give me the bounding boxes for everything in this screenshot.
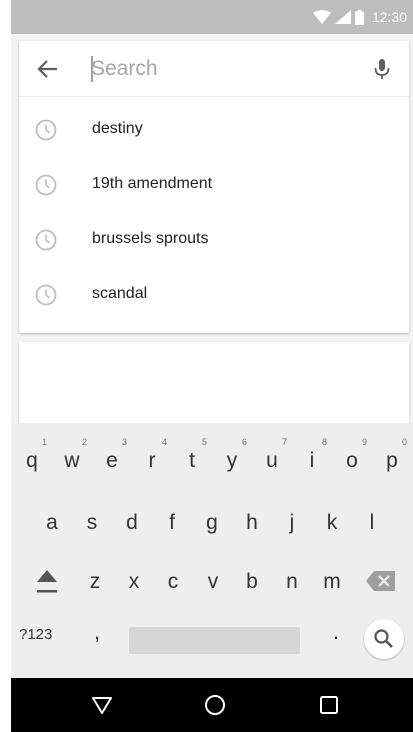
suggestion-label: 19th amendment [92,175,213,192]
suggestion-label: brussels sprouts [92,230,209,247]
wifi-icon [312,10,331,24]
space-bar[interactable] [129,627,300,654]
status-bar: 12:30 [11,0,413,34]
key-d[interactable]: d [113,503,151,543]
key-o[interactable]: o9 [333,437,371,481]
key-y[interactable]: y6 [213,437,251,481]
key-h[interactable]: h [233,503,271,543]
key-label: r [148,449,156,472]
search-card: destiny 19th amendment brussels sprouts … [19,41,409,333]
key-label: u [266,449,278,472]
suggestion-item[interactable]: 19th amendment [19,158,409,213]
key-e[interactable]: e3 [93,437,131,481]
key-label: w [64,449,80,472]
comma-key[interactable]: , [87,619,107,645]
status-time: 12:30 [371,9,407,25]
key-hint: 6 [241,437,247,447]
microphone-icon[interactable] [369,56,395,82]
key-u[interactable]: u7 [253,437,291,481]
key-k[interactable]: k [313,503,351,543]
key-hint: 5 [201,437,207,447]
triangle-back-icon[interactable] [90,693,114,717]
key-j[interactable]: j [273,503,311,543]
key-hint: 3 [121,437,127,447]
key-label: t [189,449,195,472]
suggestion-item[interactable]: brussels sprouts [19,213,409,268]
key-l[interactable]: l [353,503,391,543]
key-hint: 2 [81,437,87,447]
key-hint: 9 [361,437,367,447]
search-icon [374,629,393,648]
status-icons: 12:30 [312,9,407,25]
key-label: o [346,449,358,472]
square-recents-icon[interactable] [317,693,341,717]
period-key[interactable]: . [326,619,346,645]
search-bar [19,41,409,97]
key-m[interactable]: m [313,562,351,602]
key-label: i [309,449,315,472]
key-hint: 4 [161,437,167,447]
key-label: q [26,449,38,472]
soft-keyboard: q1 w2 e3 r4 t5 y6 u7 i8 o9 p0 a s d f g … [11,423,413,678]
circle-home-icon[interactable] [203,693,227,717]
key-label: e [106,449,118,472]
battery-icon [354,9,364,25]
navigation-bar [11,678,413,732]
suggestion-label: destiny [92,120,143,137]
search-input[interactable] [91,54,351,84]
search-key[interactable] [364,619,404,659]
signal-icon [334,10,351,24]
phone-screen: 12:30 destiny [11,0,413,732]
key-a[interactable]: a [33,503,71,543]
key-hint: 8 [321,437,327,447]
key-b[interactable]: b [233,562,271,602]
key-f[interactable]: f [153,503,191,543]
key-z[interactable]: z [76,562,114,602]
suggestion-item[interactable]: scandal [19,268,409,323]
key-q[interactable]: q1 [13,437,51,481]
shift-icon[interactable] [34,566,60,596]
key-hint: 0 [401,437,407,447]
clock-icon [35,174,57,196]
symbols-key[interactable]: ?123 [19,626,52,643]
key-v[interactable]: v [194,562,232,602]
key-label: p [386,449,398,472]
key-n[interactable]: n [273,562,311,602]
key-p[interactable]: p0 [373,437,411,481]
suggestion-label: scandal [92,285,148,302]
backspace-icon[interactable] [366,570,396,592]
key-s[interactable]: s [73,503,111,543]
key-i[interactable]: i8 [293,437,331,481]
clock-icon [35,119,57,141]
text-cursor [91,56,93,82]
key-hint: 1 [41,437,47,447]
key-c[interactable]: c [154,562,192,602]
suggestion-item[interactable]: destiny [19,103,409,158]
key-g[interactable]: g [193,503,231,543]
content-card [19,342,409,432]
key-w[interactable]: w2 [53,437,91,481]
arrow-back-icon[interactable] [35,56,61,82]
key-label: y [226,449,238,472]
clock-icon [35,229,57,251]
key-t[interactable]: t5 [173,437,211,481]
key-x[interactable]: x [115,562,153,602]
key-r[interactable]: r4 [133,437,171,481]
key-hint: 7 [281,437,287,447]
clock-icon [35,284,57,306]
